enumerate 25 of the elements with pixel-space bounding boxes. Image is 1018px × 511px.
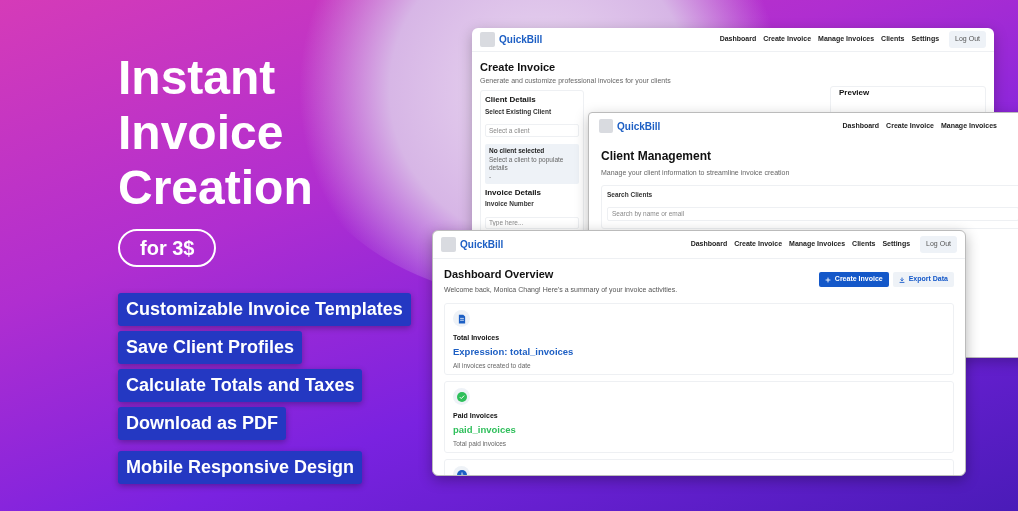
feature-badge: Customizable Invoice Templates	[118, 293, 411, 326]
page-title: Create Invoice	[480, 61, 557, 74]
logo-placeholder	[441, 237, 456, 252]
brand-name: QuickBill	[499, 33, 543, 47]
headline-line: Instant	[118, 50, 276, 105]
feature-badge: Save Client Profiles	[118, 331, 303, 364]
headline-line: Invoice	[118, 105, 284, 160]
feature-badge: Mobile Responsive Design	[118, 451, 363, 484]
download-icon	[898, 276, 905, 283]
feature-badge: Download as PDF	[118, 407, 286, 440]
feature-badge: Calculate Totals and Taxes	[118, 369, 363, 402]
plus-icon	[824, 276, 831, 283]
section-heading: Preview	[839, 88, 871, 98]
logo-placeholder	[480, 32, 495, 47]
brand-name: QuickBill	[460, 238, 504, 252]
stat-value: Expression: total_invoices	[453, 344, 575, 359]
section-heading: Client Details	[485, 95, 537, 105]
logo-placeholder	[599, 119, 613, 133]
brand-name: QuickBill	[617, 119, 661, 134]
price-badge: for 3$	[118, 229, 217, 267]
stat-value: paid_invoices	[453, 422, 517, 437]
headline-line: Creation	[118, 160, 313, 215]
section-heading: Invoice Details	[485, 188, 543, 198]
page-title: Dashboard Overview	[444, 267, 555, 282]
page-title: Client Management	[601, 148, 712, 165]
